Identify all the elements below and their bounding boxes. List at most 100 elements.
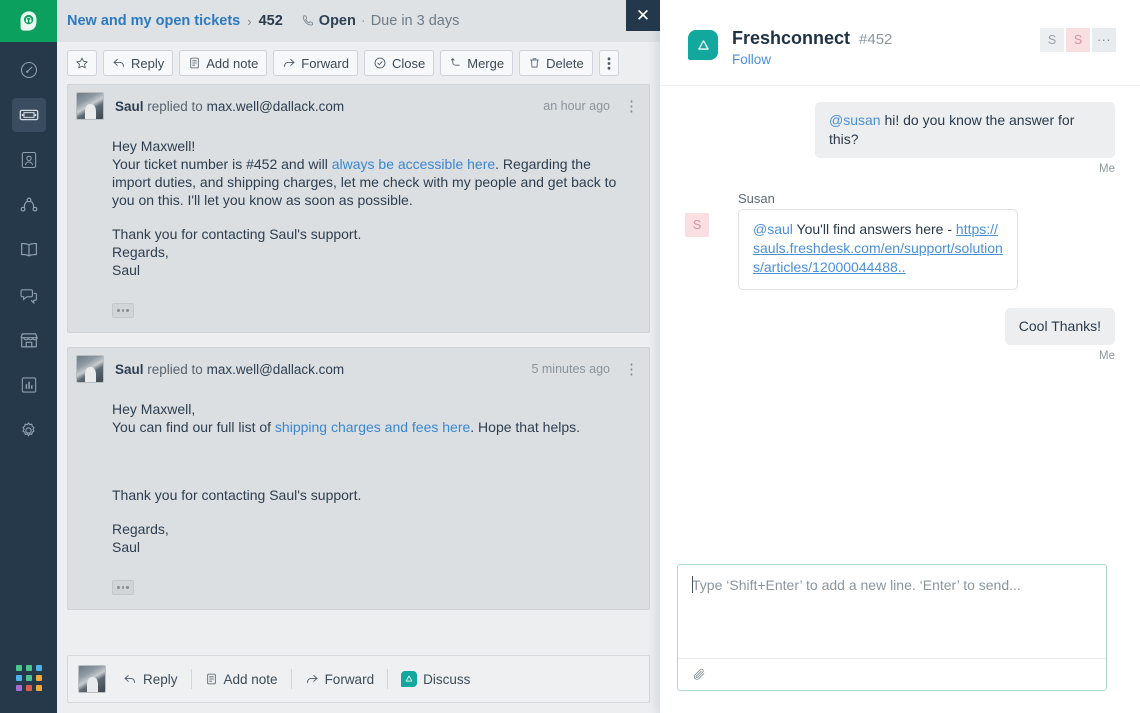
chat-incoming-inner: S @saul You'll find answers here - https… bbox=[685, 209, 1115, 290]
sidebar-item-marketplace[interactable] bbox=[12, 323, 46, 357]
expand-quoted-text-button[interactable] bbox=[112, 580, 134, 595]
sidebar-nav bbox=[0, 0, 57, 713]
forward-button-label: Forward bbox=[301, 56, 349, 71]
sidebar-item-automations[interactable] bbox=[12, 188, 46, 222]
quick-add-note-label: Add note bbox=[224, 672, 278, 687]
quick-forward-button[interactable]: Forward bbox=[292, 672, 388, 687]
message-body: Hey Maxwell! Your ticket number is #452 … bbox=[68, 127, 649, 285]
quick-add-note-button[interactable]: Add note bbox=[192, 672, 291, 687]
more-options-icon[interactable]: ··· bbox=[1092, 28, 1116, 52]
freshdesk-logo[interactable] bbox=[0, 0, 57, 42]
sidebar-item-forums[interactable] bbox=[12, 278, 46, 312]
composer-toolbar bbox=[678, 658, 1106, 690]
quick-reply-button[interactable]: Reply bbox=[110, 672, 191, 687]
network-nodes-icon bbox=[18, 194, 40, 216]
gauge-icon bbox=[19, 60, 39, 80]
chat-sender-name: Susan bbox=[738, 191, 1115, 206]
mention-chip[interactable]: @susan bbox=[829, 112, 881, 128]
chat-text: You'll find answers here - bbox=[793, 221, 956, 237]
message-inline-link[interactable]: shipping charges and fees here bbox=[275, 419, 470, 435]
more-actions-button[interactable] bbox=[599, 50, 619, 76]
apps-switcher[interactable] bbox=[16, 665, 42, 691]
message-menu-icon[interactable]: ⋮ bbox=[624, 362, 639, 377]
sidebar-item-tickets[interactable] bbox=[12, 98, 46, 132]
trash-icon bbox=[528, 56, 541, 70]
sidebar-item-analytics[interactable] bbox=[12, 368, 46, 402]
breadcrumb-link[interactable]: New and my open tickets bbox=[67, 13, 240, 29]
chat-bubble: Cool Thanks! bbox=[1005, 308, 1115, 345]
reply-arrow-icon bbox=[123, 672, 137, 686]
conversation-list[interactable]: Saul replied to max.well@dallack.com an … bbox=[57, 84, 660, 713]
ticket-due-date: Due in 3 days bbox=[371, 13, 460, 29]
sidebar-item-solutions[interactable] bbox=[12, 233, 46, 267]
signature-line: Regards, bbox=[112, 520, 627, 538]
mention-chip[interactable]: @saul bbox=[753, 221, 793, 237]
quick-reply-bar: Reply Add note Forward bbox=[67, 655, 650, 703]
signature-line: Thank you for contacting Saul's support. bbox=[112, 225, 627, 243]
page-title: Freshconnect bbox=[732, 28, 850, 49]
freshconnect-logo-icon bbox=[688, 30, 718, 60]
close-button[interactable]: ✕ bbox=[626, 0, 660, 31]
table-row: Saul replied to max.well@dallack.com 5 m… bbox=[67, 347, 650, 610]
spacer bbox=[112, 504, 627, 520]
reply-button[interactable]: Reply bbox=[103, 50, 173, 76]
note-icon bbox=[205, 672, 218, 686]
message-menu-icon[interactable]: ⋮ bbox=[624, 99, 639, 114]
discuss-label: Discuss bbox=[423, 672, 470, 687]
freshconnect-panel: Freshconnect #452 Follow S S ··· @susan … bbox=[660, 0, 1140, 713]
message-paragraph: You can find our full list of shipping c… bbox=[112, 418, 627, 436]
star-button[interactable] bbox=[67, 50, 97, 76]
paperclip-icon[interactable] bbox=[692, 667, 707, 682]
chat-bubbles-icon bbox=[18, 285, 39, 306]
spacer bbox=[112, 436, 627, 486]
participant-avatar[interactable]: S bbox=[1040, 28, 1064, 52]
follow-link[interactable]: Follow bbox=[732, 52, 892, 67]
merge-button-label: Merge bbox=[467, 56, 504, 71]
ticket-status-group: Open · Due in 3 days bbox=[301, 13, 460, 29]
add-note-button[interactable]: Add note bbox=[179, 50, 267, 76]
message-verb: replied to bbox=[147, 362, 203, 377]
avatar bbox=[78, 665, 106, 693]
message-line: . Hope that helps. bbox=[470, 419, 580, 435]
sidebar-item-admin[interactable] bbox=[12, 413, 46, 447]
message-paragraph: Your ticket number is #452 and will alwa… bbox=[112, 155, 627, 209]
message-recipient: max.well@dallack.com bbox=[207, 362, 345, 377]
participant-avatar[interactable]: S bbox=[1066, 28, 1090, 52]
ticket-action-toolbar: Reply Add note Forward Close bbox=[57, 42, 660, 84]
forward-button[interactable]: Forward bbox=[273, 50, 358, 76]
chat-input[interactable]: Type ‘Shift+Enter’ to add a new line. ‘E… bbox=[678, 565, 1106, 658]
freshconnect-title-group: Freshconnect #452 Follow bbox=[732, 28, 892, 67]
expand-quoted-text-button[interactable] bbox=[112, 303, 134, 318]
chat-composer: Type ‘Shift+Enter’ to add a new line. ‘E… bbox=[677, 564, 1107, 691]
reply-arrow-icon bbox=[112, 56, 126, 70]
status-dot-separator: · bbox=[361, 13, 366, 29]
merge-icon bbox=[449, 56, 462, 70]
sidebar-item-dashboard[interactable] bbox=[12, 53, 46, 87]
freshconnect-participants: S S ··· bbox=[1040, 28, 1116, 52]
avatar bbox=[76, 355, 104, 383]
table-row: Saul replied to max.well@dallack.com an … bbox=[67, 84, 650, 333]
message-timestamp: 5 minutes ago bbox=[531, 362, 610, 376]
chat-text: Cool Thanks! bbox=[1019, 318, 1101, 334]
delete-button-label: Delete bbox=[546, 56, 584, 71]
quick-forward-label: Forward bbox=[325, 672, 375, 687]
sidebar-item-contacts[interactable] bbox=[12, 143, 46, 177]
message-line: Hey Maxwell, bbox=[112, 400, 627, 418]
ticket-panel: New and my open tickets › 452 Open · Due… bbox=[57, 0, 660, 713]
message-author: Saul bbox=[115, 362, 144, 377]
signature-line: Saul bbox=[112, 538, 627, 556]
add-note-button-label: Add note bbox=[206, 56, 258, 71]
message-line: Hey Maxwell! bbox=[112, 137, 627, 155]
signature-line: Saul bbox=[112, 261, 627, 279]
breadcrumb-separator: › bbox=[247, 14, 251, 29]
kebab-menu-icon bbox=[607, 56, 611, 71]
book-icon bbox=[18, 239, 40, 261]
merge-button[interactable]: Merge bbox=[440, 50, 513, 76]
ticket-id: 452 bbox=[259, 13, 283, 29]
chat-thread[interactable]: @susan hi! do you know the answer for th… bbox=[660, 86, 1140, 543]
delete-button[interactable]: Delete bbox=[519, 50, 593, 76]
message-inline-link[interactable]: always be accessible here bbox=[332, 156, 495, 172]
close-ticket-button[interactable]: Close bbox=[364, 50, 434, 76]
storefront-icon bbox=[18, 329, 40, 351]
discuss-button[interactable]: Discuss bbox=[388, 671, 483, 687]
